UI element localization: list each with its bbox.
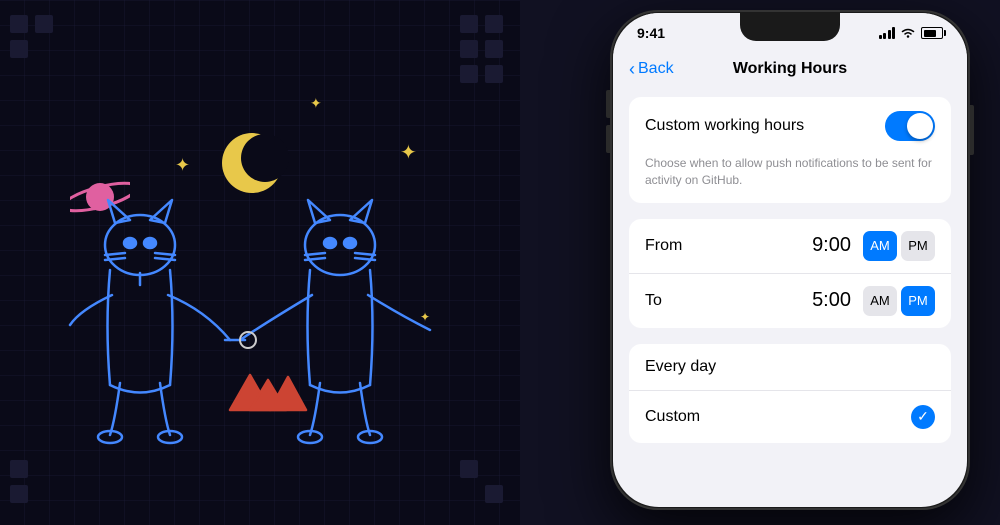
back-button[interactable]: ‹ Back bbox=[629, 60, 674, 78]
volume-up-button bbox=[606, 90, 610, 118]
back-label: Back bbox=[638, 60, 674, 78]
from-row: From 9:00 AM PM bbox=[629, 219, 951, 273]
time-section: From 9:00 AM PM To 5:00 bbox=[629, 219, 951, 328]
day-section: Every day Custom ✓ bbox=[629, 344, 951, 443]
toggle-label: Custom working hours bbox=[645, 117, 804, 135]
sparkle-3: ✦ bbox=[400, 140, 417, 165]
to-ampm-group: AM PM bbox=[863, 286, 935, 316]
from-label: From bbox=[645, 237, 695, 255]
from-am-button[interactable]: AM bbox=[863, 231, 897, 261]
status-icons bbox=[879, 27, 944, 39]
toggle-knob bbox=[907, 113, 933, 139]
phone-screen: 9:41 bbox=[613, 13, 967, 507]
to-row: To 5:00 AM PM bbox=[629, 273, 951, 328]
dynamic-island bbox=[740, 13, 840, 41]
nav-title: Working Hours bbox=[733, 60, 847, 78]
phone-frame: 9:41 bbox=[610, 10, 970, 510]
power-button bbox=[970, 105, 974, 155]
to-pm-button[interactable]: PM bbox=[901, 286, 935, 316]
sparkle-2: ✦ bbox=[310, 95, 322, 112]
every-day-label: Every day bbox=[645, 358, 716, 376]
navigation-bar: ‹ Back Working Hours bbox=[613, 49, 967, 89]
battery-icon bbox=[921, 27, 943, 39]
back-chevron-icon: ‹ bbox=[629, 60, 635, 78]
toggle-row: Custom working hours bbox=[629, 97, 951, 155]
custom-hours-toggle[interactable] bbox=[885, 111, 935, 141]
working-hours-card: Custom working hours Choose when to allo… bbox=[629, 97, 951, 203]
status-time: 9:41 bbox=[637, 25, 665, 41]
wifi-icon bbox=[900, 27, 916, 39]
signal-icon bbox=[879, 27, 896, 39]
custom-day-label: Custom bbox=[645, 408, 700, 426]
to-am-button[interactable]: AM bbox=[863, 286, 897, 316]
to-time-value: 5:00 bbox=[812, 289, 851, 312]
phone-device: 9:41 bbox=[600, 10, 980, 520]
from-pm-button[interactable]: PM bbox=[901, 231, 935, 261]
from-time-value: 9:00 bbox=[812, 234, 851, 257]
volume-down-button bbox=[606, 125, 610, 153]
custom-day-row[interactable]: Custom ✓ bbox=[629, 390, 951, 443]
background-scene: ✦ ✦ ✦ ✦ bbox=[0, 0, 540, 525]
to-label: To bbox=[645, 292, 695, 310]
toggle-description: Choose when to allow push notifications … bbox=[629, 155, 951, 203]
cats-illustration bbox=[30, 165, 480, 465]
phone-content: Custom working hours Choose when to allo… bbox=[613, 89, 967, 451]
every-day-row[interactable]: Every day bbox=[629, 344, 951, 390]
from-ampm-group: AM PM bbox=[863, 231, 935, 261]
custom-checkmark: ✓ bbox=[911, 405, 935, 429]
